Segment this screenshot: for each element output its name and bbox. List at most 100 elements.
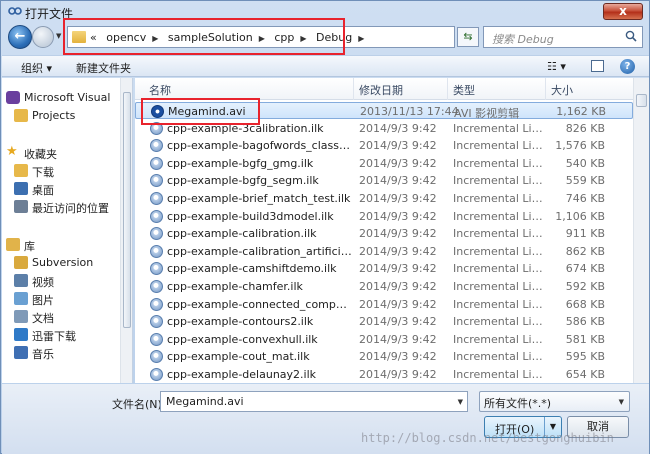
recent-pages-dropdown-icon[interactable]: ▼ [56, 32, 64, 40]
file-row[interactable]: cpp-example-calibration_artificial.ilk 20… [135, 243, 633, 260]
column-divider[interactable] [447, 78, 448, 100]
file-name: cpp-example-3calibration.ilk [167, 121, 324, 135]
sidebar-item[interactable]: 迅雷下载 [2, 326, 120, 344]
organize-menu[interactable]: 组织 ▾ [21, 60, 52, 76]
pictures-library-icon [14, 292, 28, 305]
filetype-value: 所有文件(*.*) [484, 397, 552, 410]
file-name: cpp-example-delaunay2.ilk [167, 368, 317, 381]
breadcrumb: « opencv ▶ sampleSolution ▶ cpp ▶ Debug ▶ [90, 31, 370, 44]
close-button[interactable]: x [603, 3, 643, 20]
file-size: 862 KB [565, 244, 605, 258]
file-size: 540 KB [565, 156, 605, 170]
chevron-down-icon[interactable]: ▼ [619, 398, 624, 406]
breadcrumb-opencv[interactable]: opencv [106, 31, 146, 44]
file-row[interactable]: cpp-example-chamfer.ilk 2014/9/3 9:42 Incr… [135, 278, 633, 295]
sidebar-item[interactable]: ★ 收藏夹 [2, 144, 120, 162]
chevron-right-icon[interactable]: ▶ [358, 34, 364, 43]
refresh-button[interactable]: ⇆ [457, 27, 479, 47]
navigation-scrollbar[interactable] [120, 78, 132, 383]
help-icon[interactable]: ? [620, 59, 635, 74]
star-icon: ★ [6, 144, 18, 159]
ilk-file-icon [150, 121, 163, 135]
column-divider[interactable] [353, 78, 354, 100]
file-row[interactable]: cpp-example-bagofwords_classificati... 20… [135, 137, 633, 154]
chevron-right-icon[interactable]: ▶ [259, 34, 265, 43]
navigation-scroll-thumb[interactable] [123, 92, 131, 328]
title-bar[interactable]: 打开文件 x [1, 1, 649, 23]
sidebar-item[interactable]: Microsoft Visual [2, 89, 120, 107]
chevron-down-icon[interactable]: ▼ [458, 398, 463, 406]
search-icon[interactable] [625, 30, 637, 42]
file-size: 746 KB [565, 192, 605, 205]
file-row[interactable]: cpp-example-bgfg_gmg.ilk 2014/9/3 9:42 Inc… [135, 155, 633, 172]
file-date: 2014/9/3 9:42 [359, 350, 437, 364]
file-row[interactable]: cpp-example-build3dmodel.ilk 2014/9/3 9:4… [135, 208, 633, 225]
sidebar-item[interactable]: 文档 [2, 308, 120, 326]
file-type: Incremental Link... [453, 332, 545, 346]
window-title: 打开文件 [25, 7, 74, 21]
file-row[interactable]: cpp-example-connected_component... 2014/9… [135, 296, 633, 313]
sidebar-item-label: 迅雷下载 [32, 330, 76, 343]
file-row[interactable]: cpp-example-calibration.ilk 2014/9/3 9:42… [135, 225, 633, 242]
file-type: Incremental Link... [453, 227, 545, 241]
column-divider[interactable] [545, 78, 546, 100]
sidebar-item[interactable]: 图片 [2, 290, 120, 308]
column-date[interactable]: 修改日期 [359, 82, 403, 98]
file-row[interactable]: cpp-example-cout_mat.ilk 2014/9/3 9:42 Inc… [135, 348, 633, 365]
file-row[interactable]: cpp-example-bgfg_segm.ilk 2014/9/3 9:42 In… [135, 172, 633, 189]
filename-input[interactable]: Megamind.avi ▼ [160, 391, 468, 412]
file-row[interactable]: cpp-example-delaunay2.ilk 2014/9/3 9:42 In… [135, 366, 633, 383]
address-bar[interactable]: « opencv▶ sampleSolution▶ cpp▶ Debug▶ ▼ [67, 26, 469, 48]
ilk-file-icon [150, 280, 163, 293]
breadcrumb-debug[interactable]: Debug [316, 31, 352, 44]
music-library-icon [14, 346, 28, 359]
file-row[interactable]: cpp-example-convexhull.ilk 2014/9/3 9:42 I… [135, 331, 633, 348]
recent-places-icon [14, 200, 28, 213]
ilk-file-icon [150, 156, 163, 170]
column-name[interactable]: 名称 [149, 82, 171, 98]
file-row[interactable]: cpp-example-camshiftdemo.ilk 2014/9/3 9:4… [135, 260, 633, 277]
breadcrumb-overflow[interactable]: « [90, 31, 97, 44]
file-date: 2014/9/3 9:42 [359, 139, 437, 153]
file-name: cpp-example-build3dmodel.ilk [167, 209, 334, 223]
chevron-right-icon[interactable]: ▶ [300, 34, 306, 43]
ilk-file-icon [150, 297, 163, 311]
filetype-select[interactable]: 所有文件(*.*) ▼ [479, 391, 630, 412]
new-folder-button[interactable]: 新建文件夹 [76, 60, 131, 76]
sidebar-item[interactable]: 下载 [2, 162, 120, 180]
file-row[interactable]: cpp-example-3calibration.ilk 2014/9/3 9:4… [135, 120, 633, 137]
chevron-right-icon[interactable]: ▶ [152, 34, 158, 43]
column-type[interactable]: 类型 [453, 82, 475, 98]
view-options-icon[interactable]: ☷ ▾ [547, 60, 566, 73]
file-row[interactable]: cpp-example-contours2.ilk 2014/9/3 9:42 In… [135, 313, 633, 330]
file-name: cpp-example-bgfg_segm.ilk [167, 174, 319, 188]
sidebar-item[interactable]: 视频 [2, 272, 120, 290]
file-list-scroll-thumb[interactable] [636, 94, 647, 107]
sidebar-item[interactable]: 音乐 [2, 344, 120, 362]
preview-pane-icon[interactable] [591, 60, 604, 72]
file-list-scrollbar[interactable] [633, 78, 649, 383]
file-size: 586 KB [565, 315, 605, 329]
sidebar-item[interactable]: 库 [2, 236, 120, 254]
sidebar-item[interactable]: Subversion [2, 254, 120, 272]
sidebar-item[interactable]: 最近访问的位置 [2, 198, 120, 216]
breadcrumb-cpp[interactable]: cpp [274, 31, 294, 44]
back-button[interactable]: ← [8, 25, 32, 49]
file-row[interactable]: cpp-example-brief_match_test.ilk 2014/9/3… [135, 190, 633, 207]
sidebar-item-label: Projects [32, 109, 76, 122]
sidebar-item-label: 音乐 [32, 348, 54, 361]
file-type: Incremental Link... [453, 262, 545, 276]
forward-button[interactable] [32, 26, 54, 48]
file-size: 581 KB [565, 332, 605, 346]
search-input[interactable]: 搜索 Debug [483, 26, 643, 48]
column-size[interactable]: 大小 [551, 82, 573, 98]
sidebar-item[interactable]: Projects [2, 107, 120, 125]
file-type: Incremental Link... [453, 315, 545, 329]
file-list-pane: 名称 修改日期 类型 大小 Megamind.avi 2013/11/13 17:… [135, 78, 649, 383]
breadcrumb-samplesolution[interactable]: sampleSolution [168, 31, 253, 44]
folder-icon [72, 31, 86, 43]
file-row[interactable]: Megamind.avi 2013/11/13 17:44 AVI 影视剪辑 1,16… [135, 102, 633, 120]
sidebar-item-label: 收藏夹 [24, 148, 57, 161]
navigation-bar: ← ▼ « opencv ▶ sampleSolution ▶ cpp ▶ Debug… [5, 23, 645, 53]
sidebar-item[interactable]: 桌面 [2, 180, 120, 198]
